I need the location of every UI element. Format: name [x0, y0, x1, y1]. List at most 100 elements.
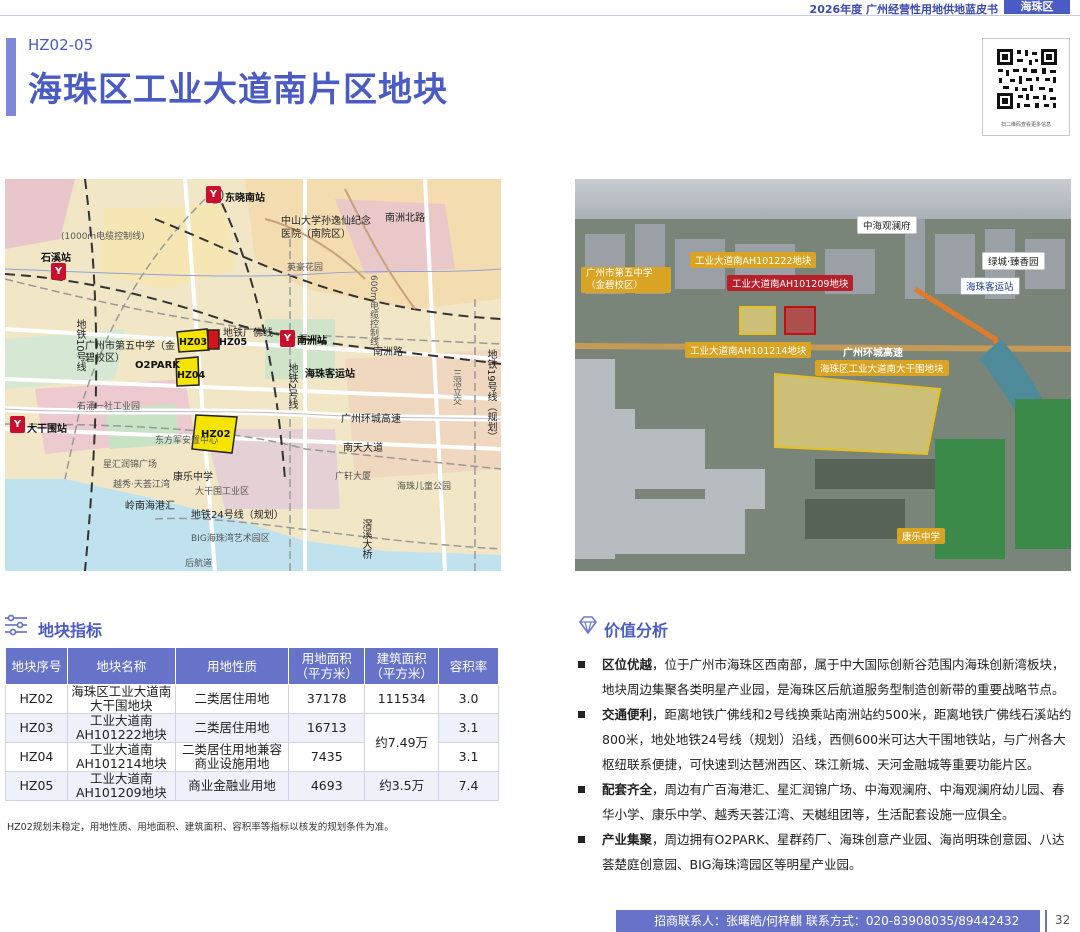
cell-id: HZ04: [5, 742, 68, 772]
cell-floor-area: 约7.49万: [364, 713, 440, 772]
item-title: 区位优越: [602, 657, 653, 672]
map-label-hospital: 中山大学孙逸仙纪念医院（南院区）: [281, 216, 371, 240]
page-title: 海珠区工业大道南片区地块: [28, 70, 448, 110]
header-divider: [0, 15, 1080, 16]
aerial-photo[interactable]: 中海观澜府 工业大道南AH101222地块 绿城·臻香园 广州市第五中学（金碧校…: [575, 179, 1071, 571]
metro-station-icon: Y: [206, 186, 221, 203]
cell-use: 二类居住用地: [174, 684, 290, 714]
table-row: HZ02 海珠区工业大道南大干围地块 二类居住用地 37178 111534 3…: [5, 684, 499, 714]
parcel-code: HZ02-05: [28, 36, 94, 54]
column-header: 建筑面积（平方米）: [364, 647, 440, 685]
cell-name: 工业大道南AH101214地块: [66, 742, 176, 772]
station-label-daganwei: 大干围站: [27, 424, 67, 435]
item-text: ，位于广州市海珠区西南部，属于中大国际创新谷范围内海珠创新湾板块，地块周边集聚各…: [602, 657, 1065, 697]
map-label: BIG海珠湾艺术园区: [191, 534, 270, 544]
cell-id: HZ02: [5, 684, 68, 714]
table-header-row: 地块序号 地块名称 用地性质 用地面积（平方米） 建筑面积（平方米） 容积率: [5, 647, 499, 685]
list-item: 区位优越，位于广州市海珠区西南部，属于中大国际创新谷范围内海珠创新湾板块，地块周…: [578, 652, 1074, 702]
item-title: 产业集聚: [602, 832, 653, 847]
cell-use: 商业金融业用地: [174, 771, 290, 801]
title-accent-bar: [6, 38, 16, 116]
item-text: ，周边拥有O2PARK、星群药厂、海珠创意产业园、海尚明珠创意园、八达荟楚庭创意…: [602, 832, 1065, 872]
photo-label: 工业大道南AH101222地块: [690, 252, 817, 268]
cell-land-area: 4693: [288, 771, 366, 801]
map-label: 南洲北路: [385, 213, 425, 224]
cell-far: 3.1: [438, 742, 499, 772]
cell-land-area: 7435: [288, 742, 366, 772]
bullet-icon: [578, 836, 585, 843]
table-footnote: HZ02规划未稳定，用地性质、用地面积、建筑面积、容积率等指标以核发的规划条件为…: [7, 822, 394, 833]
column-header: 容积率: [438, 647, 499, 685]
cell-name: 工业大道南AH101209地块: [66, 771, 176, 801]
list-item: 产业集聚，周边拥有O2PARK、星群药厂、海珠创意产业园、海尚明珠创意园、八达荟…: [578, 827, 1074, 877]
map-label: 英豪花园: [287, 263, 324, 273]
list-item: 配套齐全，周边有广百海港汇、星汇润锦广场、中海观澜府、中海观澜府幼儿园、春华小学…: [578, 777, 1074, 827]
photo-label: 广州环城高速: [843, 348, 903, 359]
cell-use: 二类居住用地: [174, 713, 290, 743]
bullet-icon: [578, 711, 585, 718]
metro-station-icon: Y: [51, 263, 66, 280]
map-label: 600m电缆控制线: [368, 275, 378, 346]
cell-land-area: 16713: [288, 713, 366, 743]
list-item: 交通便利，距离地铁广佛线和2号线换乘站南洲站约500米，距离地铁广佛线石溪站约8…: [578, 702, 1074, 777]
column-header: 用地性质: [174, 647, 290, 685]
qr-code[interactable]: 扫二维码查看更多信息: [982, 38, 1070, 136]
cell-id: HZ05: [5, 771, 68, 801]
column-header: 地块序号: [5, 647, 68, 685]
photo-label: 海珠客运站: [960, 277, 1020, 295]
map-label: 南天大道: [343, 443, 383, 454]
item-title: 交通便利: [602, 707, 653, 722]
map-label: 海珠客运站: [305, 369, 355, 380]
map-label: 大干围工业区: [195, 487, 250, 497]
qr-code-icon: [995, 47, 1059, 111]
map-label: 地铁10号线: [74, 319, 85, 372]
map-label: 地铁24号线（规划）: [191, 510, 284, 521]
top-header: 2026年度 广州经营性用地供地蓝皮书 海珠区: [0, 0, 1080, 16]
item-title: 配套齐全: [602, 782, 653, 797]
table-row: HZ05 工业大道南AH101209地块 商业金融业用地 4693 约3.5万 …: [5, 771, 499, 801]
map-label: 广轩大厦: [335, 472, 372, 482]
map-label: 滘溪大桥: [360, 519, 371, 559]
map-label: O2PARK: [135, 360, 181, 371]
cell-id: HZ03: [5, 713, 68, 743]
qr-caption: 扫二维码查看更多信息: [1000, 122, 1051, 128]
parcel-label-hz05: HZ05: [219, 337, 248, 348]
photo-label: 工业大道南AH101214地块: [685, 342, 812, 358]
item-text: ，距离地铁广佛线和2号线换乘站南洲站约500米，距离地铁广佛线石溪站约800米，…: [602, 707, 1072, 772]
map-label: 越秀·天荟江湾: [113, 480, 170, 490]
map-label: 星汇润锦广场: [103, 460, 158, 470]
photo-label: 工业大道南AH101209地块: [727, 275, 854, 291]
map-label: 广州环城高速: [341, 414, 401, 425]
indicators-heading: 地块指标: [38, 621, 103, 640]
page-number: 32: [1055, 913, 1071, 927]
sliders-icon: [4, 614, 28, 641]
contact-bar: 招商联系人：张曙皓/何梓麒 联系方式：020-83908035/89442432: [616, 910, 1040, 932]
cell-far: 3.0: [438, 684, 499, 714]
map-label: 康乐中学: [173, 472, 213, 483]
cell-use: 二类居住用地兼容商业设施用地: [174, 742, 290, 772]
column-header: 地块名称: [66, 647, 176, 685]
column-header: 用地面积（平方米）: [288, 647, 366, 685]
map-label: 地铁2号线: [286, 363, 297, 410]
diamond-icon: [578, 616, 598, 639]
cell-land-area: 37178: [288, 684, 366, 714]
cell-name: 工业大道南AH101222地块: [66, 713, 176, 743]
photo-label: 康乐中学: [897, 528, 946, 544]
map-label: 地铁19号线（规划）: [485, 349, 496, 442]
map-label: 海珠儿童公园: [397, 482, 452, 492]
map-label: 石涌一社工业园: [77, 402, 141, 412]
cell-far: 3.1: [438, 713, 499, 743]
cell-floor-area: 约3.5万: [364, 771, 440, 801]
map-label: (1000m电缆控制线): [61, 232, 145, 242]
map-label: 岭南海港汇: [125, 501, 175, 512]
bullet-icon: [578, 661, 585, 668]
item-text: ，周边有广百海港汇、星汇润锦广场、中海观澜府、中海观澜府幼儿园、春华小学、康乐中…: [602, 782, 1065, 822]
metro-station-icon: Y: [10, 416, 25, 433]
parcel-label-hz03: HZ03: [179, 337, 208, 348]
district-badge: 海珠区: [1004, 0, 1070, 14]
location-map[interactable]: Y 东晓南站 Y 石溪站 Y 南洲站 Y 大干围站 中山大学孙逸仙纪念医院（南院…: [5, 179, 501, 571]
map-label: 后航道: [185, 559, 213, 569]
cell-floor-area: 111534: [364, 684, 440, 714]
cell-name: 海珠区工业大道南大干围地块: [66, 684, 176, 714]
indicators-table: 地块序号 地块名称 用地性质 用地面积（平方米） 建筑面积（平方米） 容积率 H…: [5, 647, 499, 801]
